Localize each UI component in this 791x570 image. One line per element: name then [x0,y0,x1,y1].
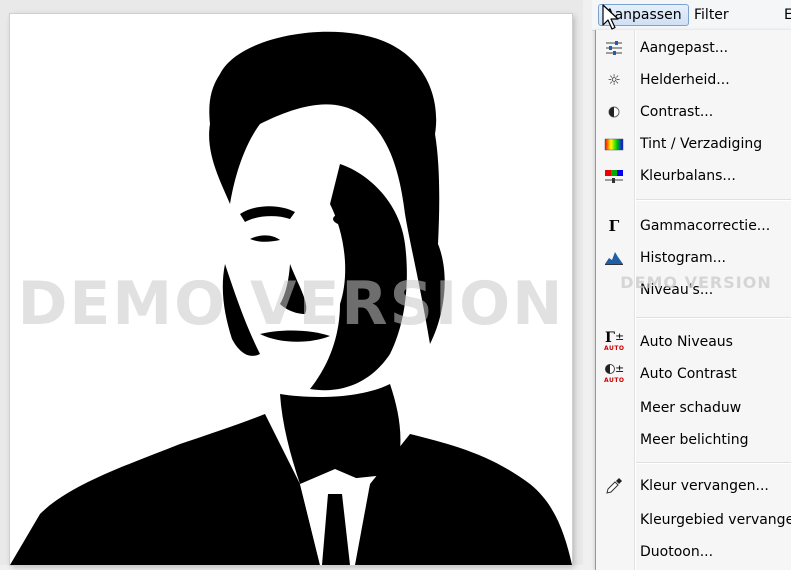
menu-item-label: Aangepast... [640,40,729,56]
menu-item-label: Kleurbalans... [640,168,736,184]
menu-item-label: Histogram... [640,250,726,266]
menu-item-duotoon[interactable]: Duotoon... [596,538,791,566]
menu-item-meer-schaduw[interactable]: Meer schaduw [596,394,791,422]
menu-item-kleur-vervangen[interactable]: Kleur vervangen... [596,472,791,500]
menu-separator [636,317,791,319]
menu-item-tint-verzadiging[interactable]: Tint / Verzadiging [596,130,791,158]
menu-item-label: Kleurgebied vervangen... [640,512,791,528]
menu-item-label: Auto Niveaus [640,334,733,350]
histogram-icon [604,249,624,267]
color-balance-icon [604,167,624,185]
posterized-portrait-image: DEMO VERSION [10,14,572,565]
image-canvas: DEMO VERSION [0,0,583,565]
menu-item-kleurgebied-vervangen[interactable]: Kleurgebied vervangen... [596,506,791,534]
aanpassen-dropdown-menu: Aangepast... ☼ Helderheid... Contrast...… [595,30,791,570]
hue-saturation-icon [604,135,624,153]
portrait-silhouette [10,31,572,565]
demo-watermark-menu: DEMO VERSION [620,273,772,292]
contrast-icon [604,103,624,121]
menu-item-label: Meer schaduw [640,400,742,416]
menu-item-label: Meer belichting [640,432,749,448]
menu-item-label: Contrast... [640,104,714,120]
menu-item-label: Helderheid... [640,72,730,88]
sliders-icon [604,39,624,57]
menu-item-label: Auto Contrast [640,366,737,382]
menu-e[interactable]: E [778,4,791,26]
menu-item-meer-belichting[interactable]: Meer belichting [596,426,791,454]
menu-item-helderheid[interactable]: ☼ Helderheid... [596,66,791,94]
menu-item-label: Duotoon... [640,544,714,560]
menu-item-histogram[interactable]: Histogram... [596,244,791,272]
menu-bar: Aanpassen Filter E [592,0,791,31]
menu-separator [636,462,791,464]
mouse-pointer-icon [602,4,619,30]
auto-contrast-icon: ± AUTO [604,362,625,384]
menu-item-aangepast[interactable]: Aangepast... [596,34,791,62]
eyedropper-icon [604,477,624,495]
menu-filter[interactable]: Filter [688,4,735,26]
menu-item-kleurbalans[interactable]: Kleurbalans... [596,162,791,190]
menu-item-label: Kleur vervangen... [640,478,769,494]
menu-separator [636,199,791,201]
menu-item-auto-niveaus[interactable]: Γ ± AUTO Auto Niveaus [596,328,791,356]
menu-item-contrast[interactable]: Contrast... [596,98,791,126]
menu-item-label: Tint / Verzadiging [640,136,763,152]
menu-item-auto-contrast[interactable]: ± AUTO Auto Contrast [596,360,791,388]
sun-icon: ☼ [607,71,621,89]
auto-levels-icon: Γ ± AUTO [604,330,625,352]
menu-item-gammacorrectie[interactable]: Γ Gammacorrectie... [596,212,791,240]
gamma-icon: Γ [608,217,620,235]
menu-item-label: Gammacorrectie... [640,218,771,234]
